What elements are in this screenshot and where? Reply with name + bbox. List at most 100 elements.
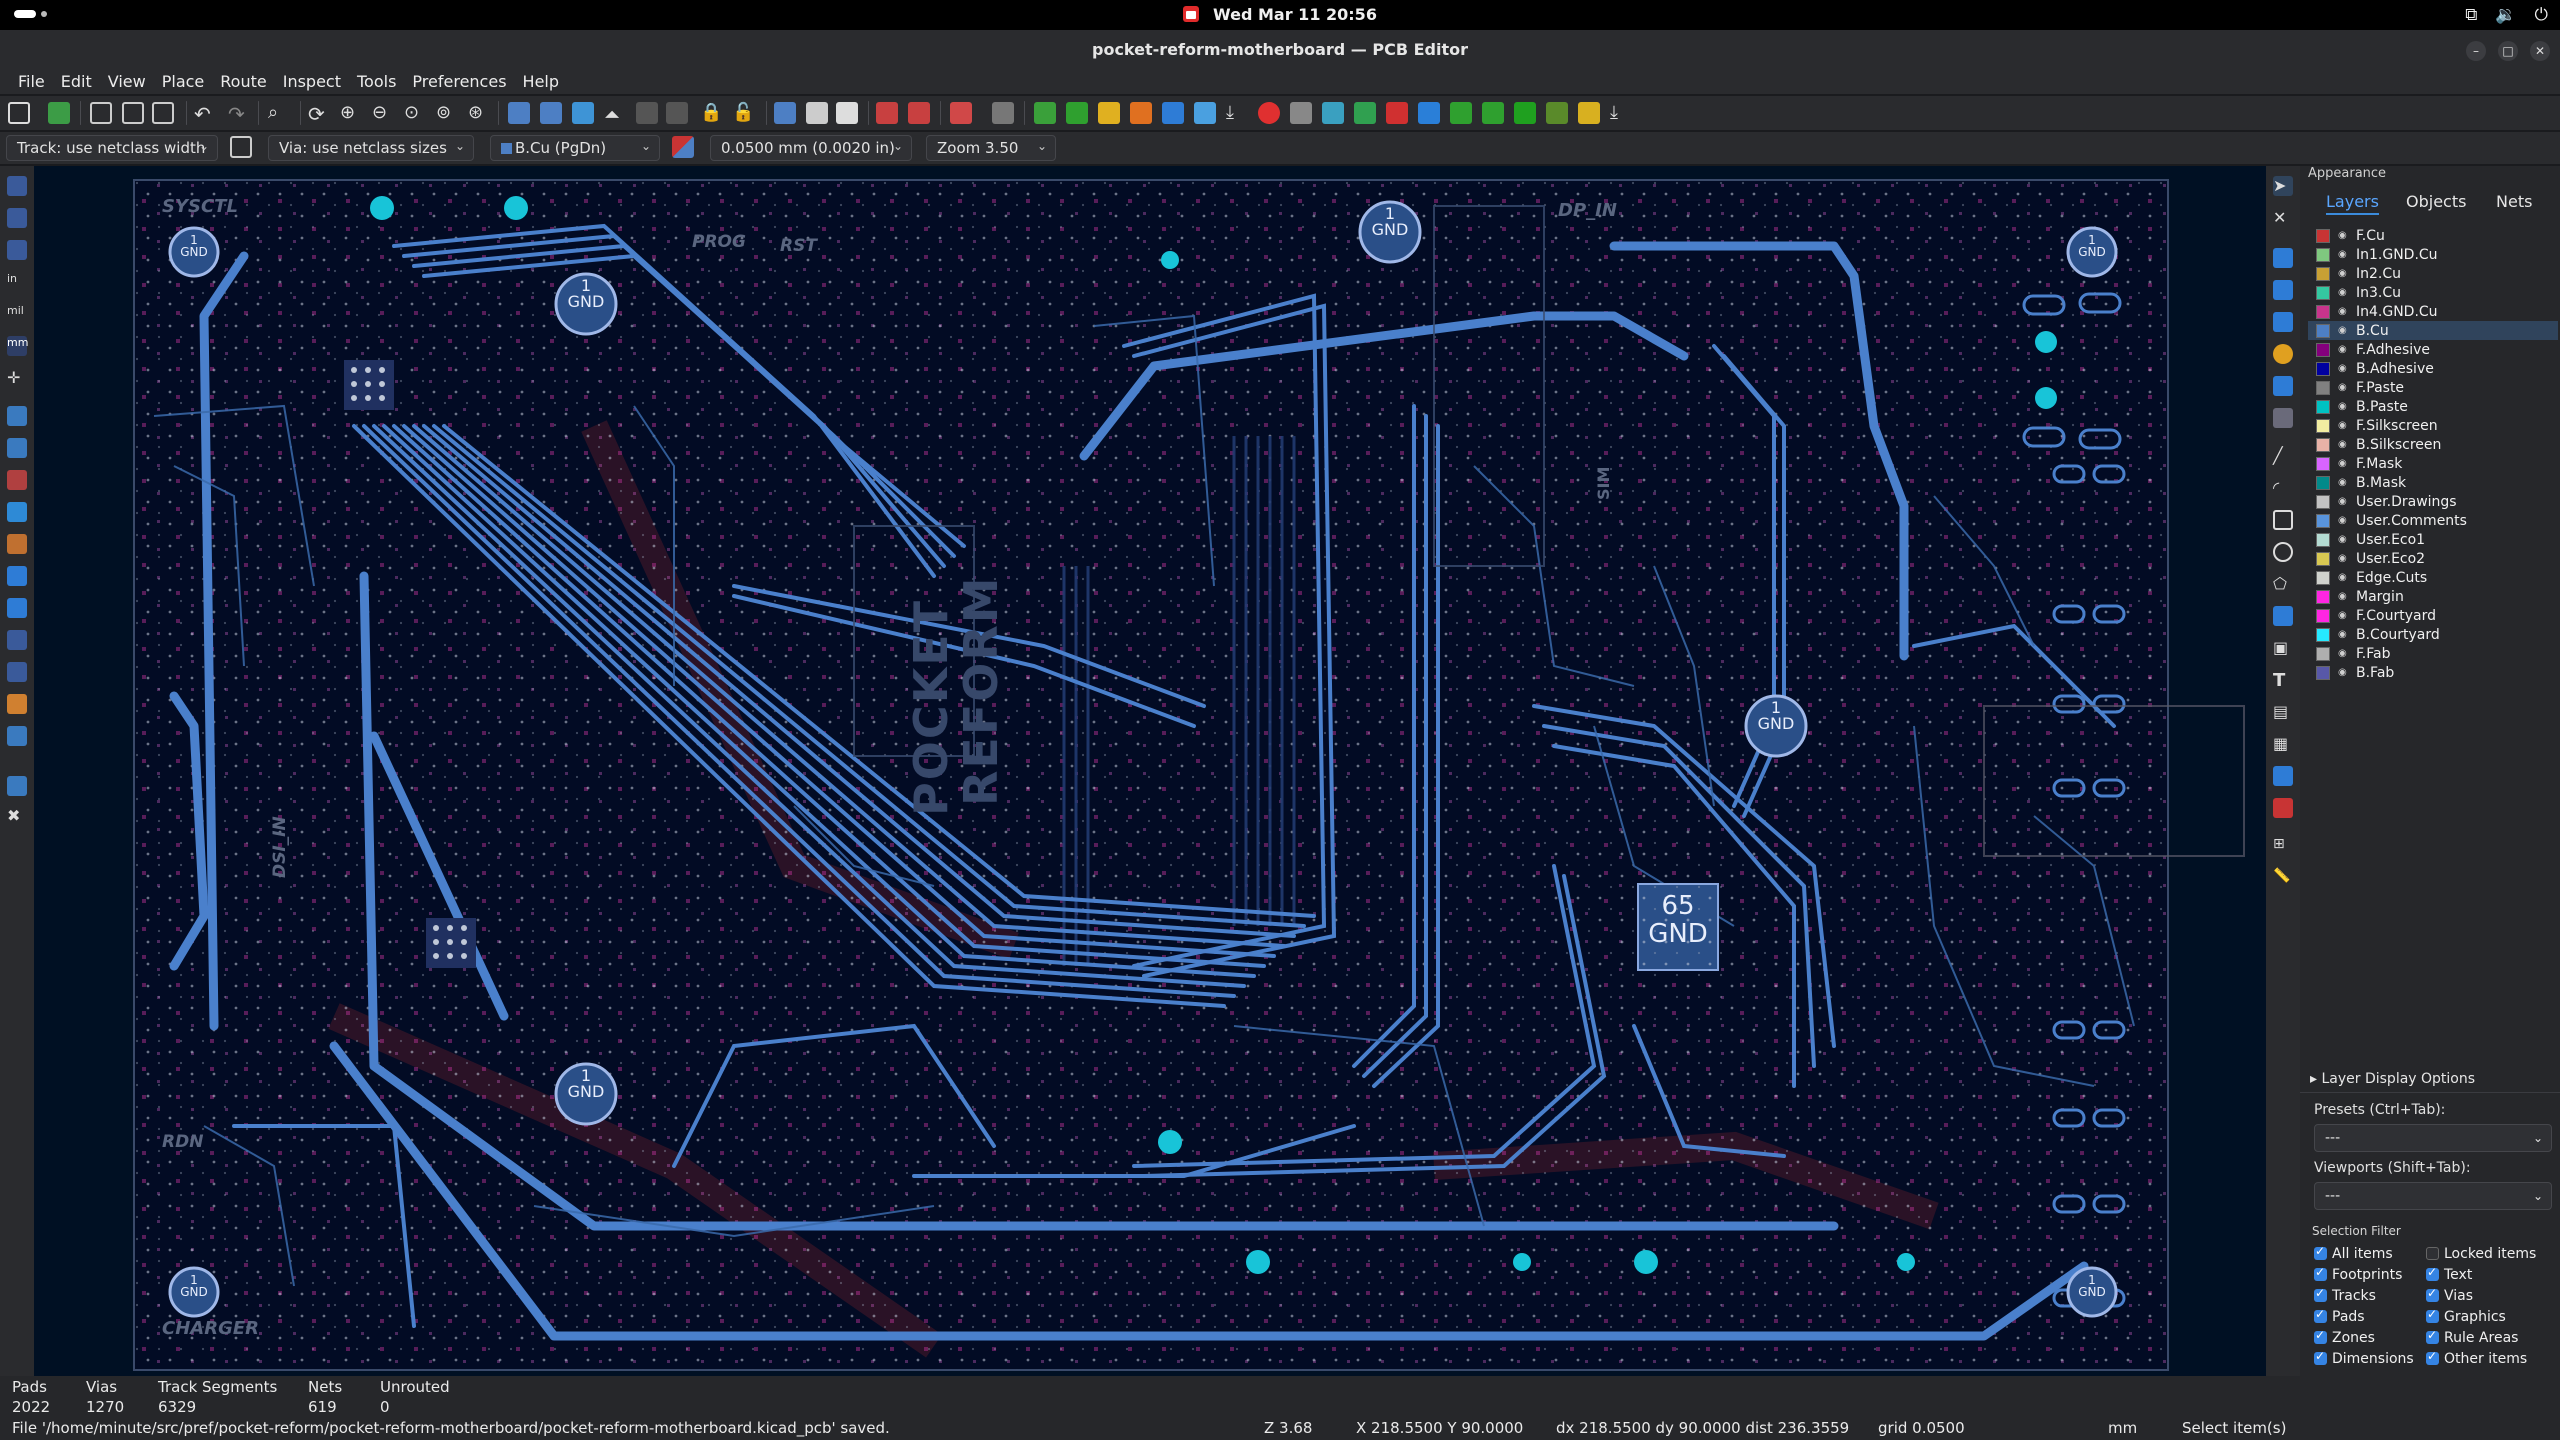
system-tray[interactable]: ⧉ 🔉 ⏻ [2465,5,2548,25]
layer-color-swatch[interactable] [2316,456,2330,471]
checkbox-icon[interactable] [2426,1286,2439,1302]
layer-color-swatch[interactable] [2316,323,2330,338]
filter-rule-areas[interactable]: Rule Areas [2426,1328,2518,1346]
eye-icon[interactable]: ◉ [2338,401,2350,412]
mirror-icon[interactable]: ⏶ [604,102,626,126]
eye-icon[interactable]: ◉ [2338,515,2350,526]
ratsnest-icon[interactable] [7,406,27,426]
find-icon[interactable]: ⌕ [268,102,290,124]
filter-vias[interactable]: Vias [2426,1286,2473,1304]
edit-pre-defined-sizes-icon[interactable] [230,136,252,158]
checkbox-icon[interactable] [2426,1265,2439,1281]
layer-row[interactable]: ◉ In1.GND.Cu [2308,245,2558,264]
filter-pads[interactable]: Pads [2314,1307,2365,1325]
layer-row[interactable]: ◉ B.Silkscreen [2308,435,2558,454]
footprint-browser-icon[interactable] [836,102,858,124]
filter-footprints[interactable]: Footprints [2314,1265,2402,1283]
menu-help[interactable]: Help [515,70,567,94]
zone-outline-icon[interactable] [7,502,27,522]
layer-color-swatch[interactable] [2316,475,2330,490]
layer-pair-icon[interactable] [672,136,694,158]
plugin-16-icon[interactable] [1546,102,1568,124]
layer-row[interactable]: ◉ Edge.Cuts [2308,568,2558,587]
lock-icon[interactable]: 🔒 [700,102,722,124]
net-color-icon[interactable] [7,662,27,682]
layer-color-swatch[interactable] [2316,665,2330,680]
unlock-icon[interactable]: 🔓 [732,102,754,124]
plugin-7-icon[interactable] [1258,102,1280,124]
layer-display-options-toggle[interactable]: ▸ Layer Display Options [2310,1071,2475,1087]
filter-text[interactable]: Text [2426,1265,2472,1283]
checkbox-icon[interactable] [2314,1286,2327,1302]
save-icon[interactable] [8,102,30,124]
plugin-12-icon[interactable] [1418,102,1440,124]
track-width-select[interactable]: Track: use netclass width ⌄ [6,135,218,161]
menu-edit[interactable]: Edit [53,70,100,94]
checkbox-icon[interactable] [2426,1247,2439,1260]
plugin-3-icon[interactable] [1098,102,1120,124]
menu-place[interactable]: Place [154,70,213,94]
system-clock[interactable]: Wed Mar 11 20:56 [0,5,2560,24]
filter-graphics[interactable]: Graphics [2426,1307,2506,1325]
via-sketch-icon[interactable] [7,566,27,586]
filter-tracks[interactable]: Tracks [2314,1286,2376,1304]
netlist-icon[interactable] [774,102,796,124]
layer-color-swatch[interactable] [2316,646,2330,661]
layer-color-swatch[interactable] [2316,304,2330,319]
layer-row[interactable]: ◉ In3.Cu [2308,283,2558,302]
place-footprint-icon[interactable] [2273,248,2293,268]
add-table-icon[interactable]: ▦ [2273,734,2293,754]
plugin-6-icon[interactable] [1194,102,1216,124]
layer-color-swatch[interactable] [2316,399,2330,414]
measure-tool-icon[interactable]: 📏 [2273,868,2293,888]
route-diff-pair-icon[interactable] [2273,312,2293,332]
delete-tool-icon[interactable] [2273,798,2293,818]
layer-row[interactable]: ◉ User.Comments [2308,511,2558,530]
eye-icon[interactable]: ◉ [2338,572,2350,583]
layer-row[interactable]: ◉ B.Cu [2308,321,2558,340]
select-tool-icon[interactable]: ➤ [2273,176,2293,196]
eye-icon[interactable]: ◉ [2338,477,2350,488]
footprint-editor-icon[interactable] [806,102,828,124]
add-via-icon[interactable] [2273,344,2293,364]
filter-locked-items[interactable]: Locked items [2426,1246,2536,1262]
presets-select[interactable]: --- ⌄ [2314,1124,2552,1152]
page-settings-icon[interactable] [90,102,112,124]
draw-circle-icon[interactable] [2273,542,2293,562]
curved-ratsnest-icon[interactable] [7,438,27,458]
layer-row[interactable]: ◉ F.Courtyard [2308,606,2558,625]
draw-polygon-icon[interactable]: ⬠ [2273,574,2293,594]
eye-icon[interactable]: ◉ [2338,534,2350,545]
zone-fill-icon[interactable] [7,470,27,490]
layer-color-swatch[interactable] [2316,342,2330,357]
filter-dimensions[interactable]: Dimensions [2314,1349,2414,1367]
tab-nets[interactable]: Nets [2496,192,2532,211]
layer-row[interactable]: ◉ F.Mask [2308,454,2558,473]
layer-color-swatch[interactable] [2316,228,2330,243]
checkbox-icon[interactable] [2426,1307,2439,1323]
plugin-8-icon[interactable] [1290,102,1312,124]
eye-icon[interactable]: ◉ [2338,287,2350,298]
checkbox-icon[interactable] [2314,1244,2327,1260]
properties-panel-icon[interactable]: ✖ [7,806,27,826]
draw-arc-icon[interactable]: ◜ [2273,478,2293,498]
draw-rectangle-icon[interactable] [2273,510,2293,530]
layer-row[interactable]: ◉ F.Fab [2308,644,2558,663]
checkbox-icon[interactable] [2314,1349,2327,1365]
add-zone-icon[interactable] [2273,408,2293,428]
layer-row[interactable]: ◉ B.Paste [2308,397,2558,416]
eye-icon[interactable]: ◉ [2338,629,2350,640]
layer-row[interactable]: ◉ B.Fab [2308,663,2558,682]
layer-color-swatch[interactable] [2316,361,2330,376]
appearance-panel-icon[interactable] [7,776,27,796]
track-sketch-icon[interactable] [7,598,27,618]
minimize-button[interactable]: – [2466,41,2486,61]
ungroup-icon[interactable] [666,102,688,124]
layer-row[interactable]: ◉ F.Paste [2308,378,2558,397]
menu-view[interactable]: View [100,70,154,94]
plot-icon[interactable] [152,102,174,124]
layer-row[interactable]: ◉ User.Eco1 [2308,530,2558,549]
tab-objects[interactable]: Objects [2406,192,2466,211]
eye-icon[interactable]: ◉ [2338,496,2350,507]
layer-row[interactable]: ◉ User.Eco2 [2308,549,2558,568]
